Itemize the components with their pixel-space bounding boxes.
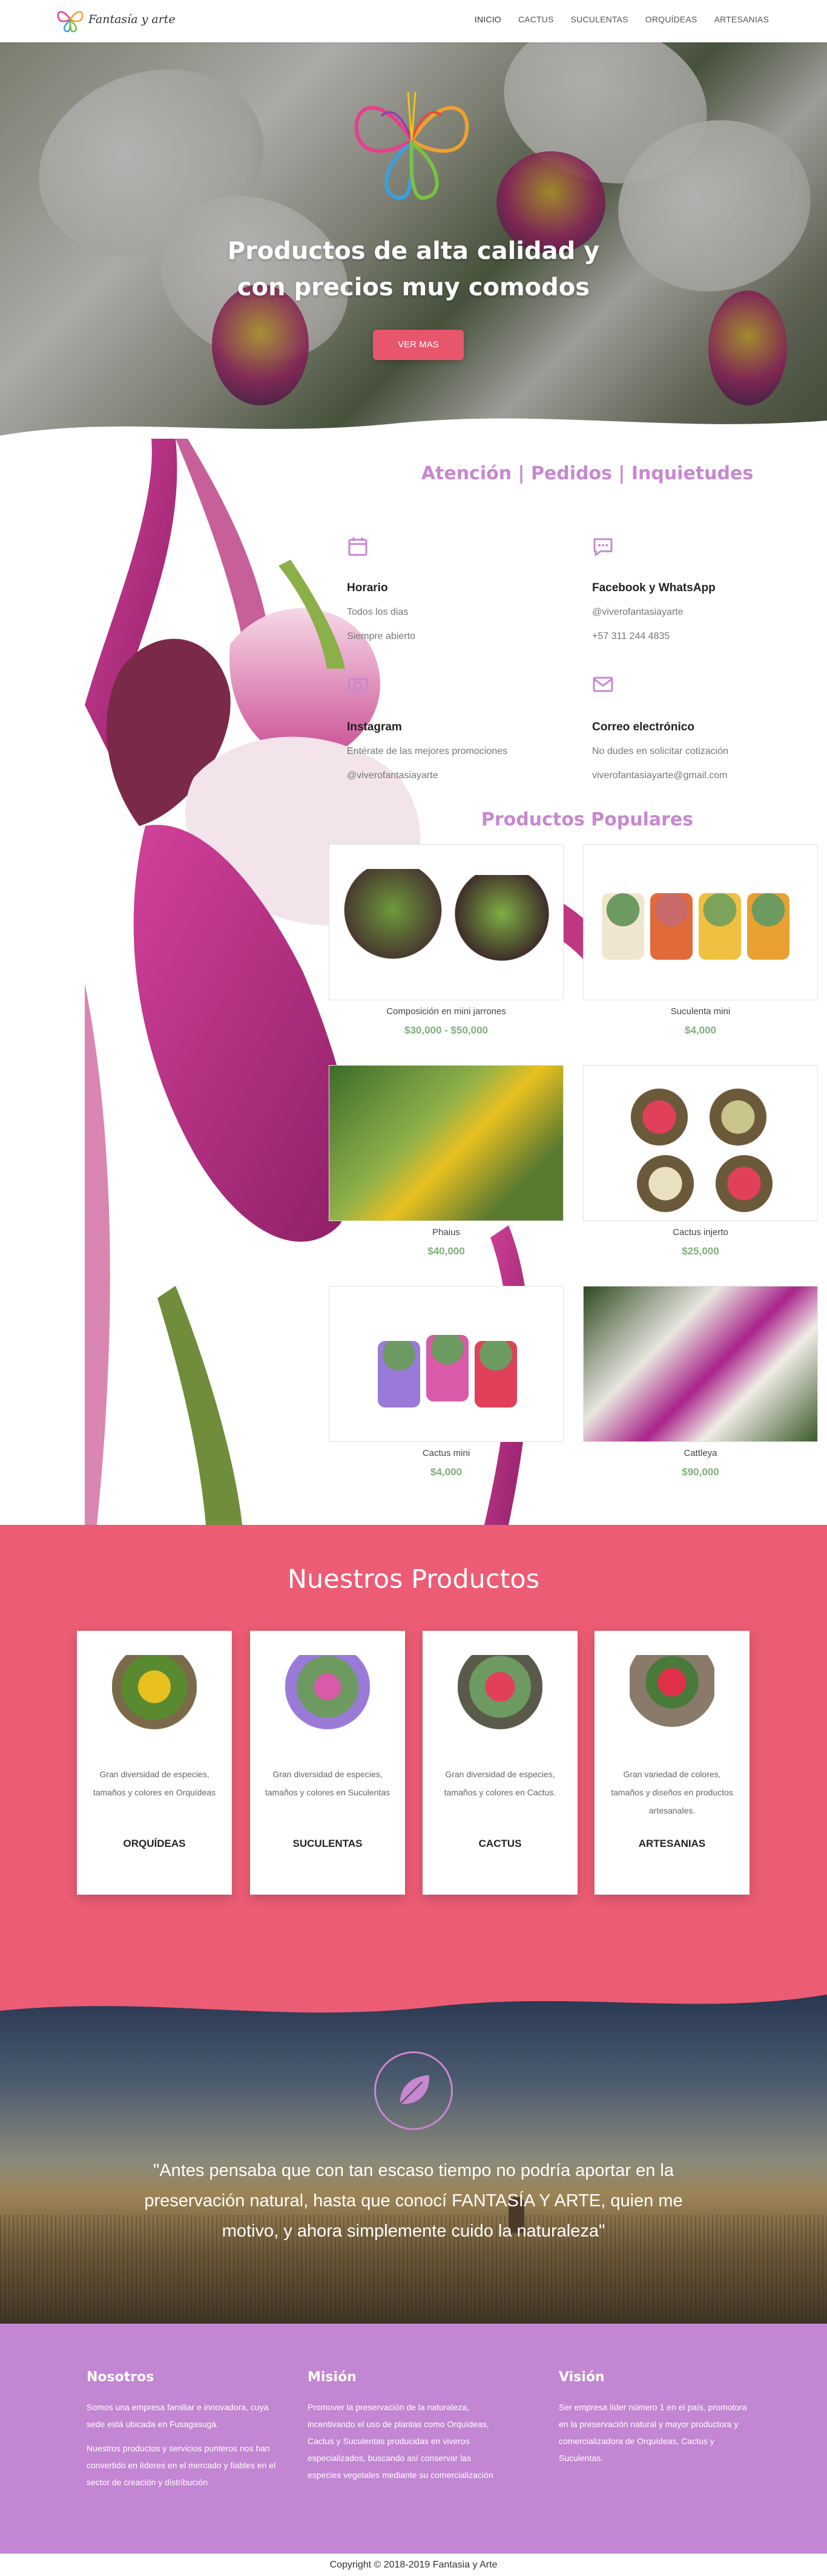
footer-text: Promover la preservación de la naturalez…: [308, 2402, 493, 2480]
hero-section: Productos de alta calidad y con precios …: [0, 0, 827, 445]
main-menu: INICIO CACTUS SUCULENTAS ORQUÍDEAS ARTES…: [475, 15, 769, 24]
nav-artesanias[interactable]: ARTESANIAS: [714, 15, 769, 24]
product-price: $4,000: [430, 1466, 462, 1478]
category-name[interactable]: SUCULENTAS: [250, 1838, 405, 1850]
testimonial-quote: "Antes pensaba que con tan escaso tiempo…: [144, 2161, 683, 2241]
category-image: [458, 1655, 542, 1746]
product-price: $25,000: [682, 1245, 719, 1257]
brand-logo[interactable]: Fantasía y arte: [56, 4, 176, 35]
product-name[interactable]: Suculenta mini: [583, 1006, 818, 1017]
nav-inicio[interactable]: INICIO: [475, 15, 501, 24]
butterfly-icon: [57, 11, 84, 33]
product-name[interactable]: Cactus injerto: [583, 1227, 818, 1237]
calendar-icon: [348, 537, 367, 556]
category-name[interactable]: ORQUÍDEAS: [77, 1838, 232, 1850]
top-navbar: Fantasía y arte INICIO CACTUS SUCULENTAS…: [0, 0, 827, 42]
product-name[interactable]: Composición en mini jarrones: [329, 1006, 564, 1017]
category-description: Gran diversidad de especies, tamaños y c…: [265, 1769, 390, 1797]
info-line: Todos los dias: [347, 607, 409, 617]
product-card[interactable]: [583, 844, 818, 1000]
copyright: Copyright © 2018-2019 Fantasia y Arte: [0, 2554, 827, 2576]
category-card-artesanias[interactable]: Gran variedad de colores, tamaños y dise…: [595, 1631, 750, 1895]
info-line[interactable]: @viverofantasiayarte: [592, 607, 684, 618]
category-name[interactable]: ARTESANIAS: [595, 1838, 750, 1850]
testimonial-section: [0, 1985, 827, 2324]
nav-cactus[interactable]: CACTUS: [518, 15, 554, 24]
ver-mas-button[interactable]: VER MAS: [373, 330, 464, 360]
category-card-suculentas[interactable]: Gran diversidad de especies, tamaños y c…: [250, 1631, 405, 1895]
category-image: [112, 1655, 197, 1746]
category-description: Gran diversidad de especies, tamaños y c…: [93, 1769, 216, 1797]
category-card-cactus[interactable]: Gran diversidad de especies, tamaños y c…: [423, 1631, 578, 1895]
nav-suculentas[interactable]: SUCULENTAS: [571, 15, 628, 24]
hero-title-line: Productos de alta calidad y: [227, 237, 600, 265]
product-name[interactable]: Phaius: [329, 1227, 564, 1237]
category-image: [285, 1655, 370, 1746]
info-line[interactable]: viverofantasiayarte@gmail.com: [592, 770, 727, 781]
product-price: $40,000: [427, 1245, 465, 1257]
product-card[interactable]: [583, 1286, 818, 1442]
chat-icon: [593, 538, 613, 557]
category-card-orquideas[interactable]: Gran diversidad de especies, tamaños y c…: [77, 1631, 232, 1895]
info-line: Siempre abierto: [347, 631, 415, 641]
category-description: Gran diversidad de especies, tamaños y c…: [444, 1769, 556, 1797]
pink-wave-divider: [0, 1985, 827, 2013]
info-line: Entérate de las mejores promociones: [347, 746, 508, 756]
product-card[interactable]: [583, 1065, 818, 1221]
leaf-icon: [400, 2075, 429, 2105]
brand-name: Fantasía y arte: [88, 13, 176, 26]
product-card[interactable]: [329, 1286, 564, 1442]
product-price: $4,000: [685, 1024, 716, 1036]
category-name[interactable]: CACTUS: [423, 1838, 578, 1850]
info-line[interactable]: @viverofantasiayarte: [347, 770, 438, 781]
mail-icon: [593, 677, 613, 692]
popular-heading: Productos Populares: [481, 809, 694, 830]
product-price: $90,000: [682, 1466, 719, 1478]
hero-overlay: [0, 0, 827, 445]
info-line: +57 311 244 4835: [592, 631, 670, 641]
info-title-instagram: Instagram: [347, 721, 402, 733]
info-line: No dudes en solicitar cotización: [592, 746, 729, 756]
footer-title-vision: Visión: [559, 2370, 605, 2385]
footer-text: Somos una empresa familiar e innovadora,…: [87, 2402, 269, 2429]
category-description: Gran variedad de colores, tamaños y dise…: [611, 1769, 733, 1815]
product-card[interactable]: [329, 1065, 564, 1221]
info-title-correo: Correo electrónico: [592, 721, 694, 733]
footer-text: Ser empresa líder número 1 en el país, p…: [559, 2402, 747, 2463]
info-heading: Atención | Pedidos | Inquietudes: [421, 463, 754, 484]
footer-text: Nuestros productos y servicios punteros …: [87, 2443, 276, 2487]
product-price: $30,000 - $50,000: [404, 1024, 488, 1036]
info-title-facebook: Facebook y WhatsApp: [592, 582, 716, 594]
category-image: [630, 1655, 714, 1746]
hero-title: Productos de alta calidad y con precios …: [0, 233, 827, 306]
footer: Nosotros Somos una empresa familiar e in…: [0, 2324, 827, 2554]
nav-orquideas[interactable]: ORQUÍDEAS: [645, 15, 697, 24]
butterfly-logo-icon: [354, 91, 469, 200]
info-products-section: Atención | Pedidos | Inquietudes Horario…: [0, 439, 827, 1525]
info-title-horario: Horario: [347, 582, 388, 594]
product-name[interactable]: Cactus mini: [329, 1448, 564, 1458]
product-card[interactable]: [329, 844, 564, 1000]
camera-icon: [348, 678, 368, 693]
hero-title-line: con precios muy comodos: [237, 274, 590, 301]
leaf-badge: [374, 2051, 453, 2130]
categories-heading: Nuestros Productos: [287, 1564, 540, 1594]
footer-title-nosotros: Nosotros: [87, 2370, 154, 2385]
product-name[interactable]: Cattleya: [583, 1448, 818, 1458]
footer-title-mision: Misión: [308, 2370, 357, 2385]
